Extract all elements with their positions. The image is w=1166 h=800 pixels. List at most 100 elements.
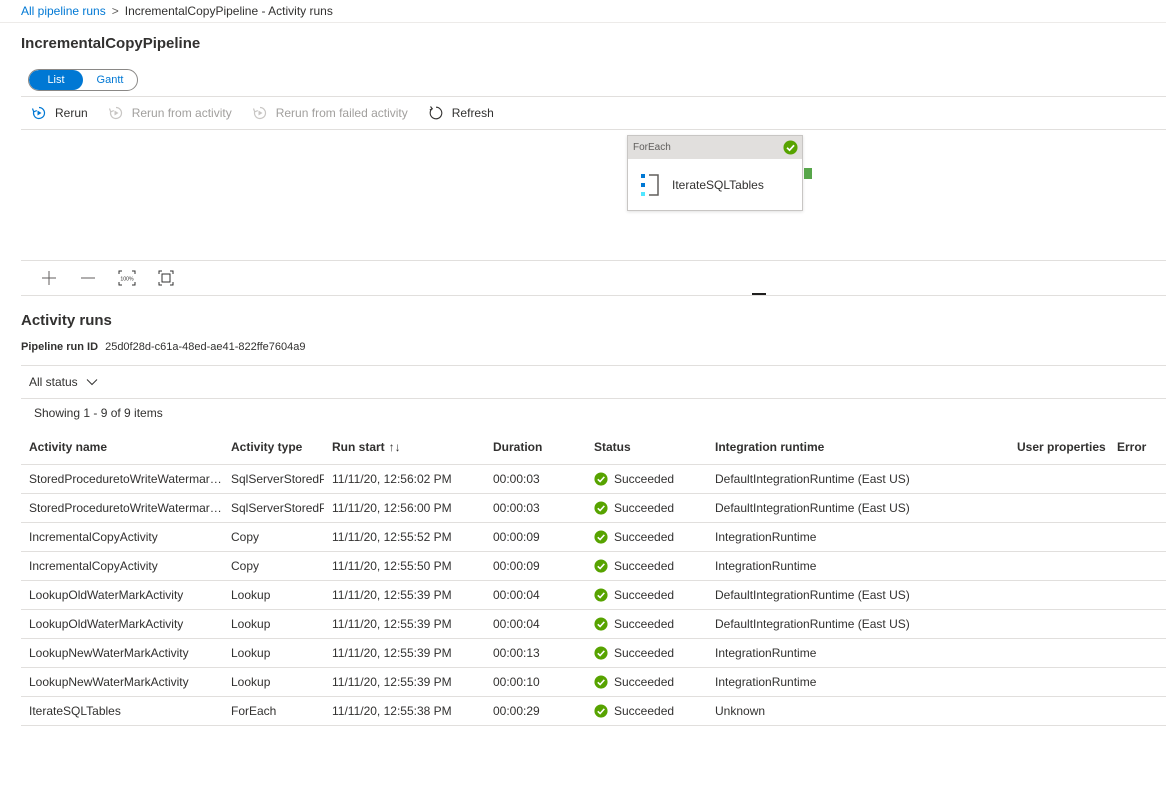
cell-error <box>1109 580 1166 610</box>
view-toggle-gantt[interactable]: Gantt <box>83 70 137 90</box>
table-row[interactable]: StoredProceduretoWriteWatermarkActivity … <box>21 464 1166 494</box>
breadcrumb-all-pipeline-runs-link[interactable]: All pipeline runs <box>21 4 106 18</box>
column-header-activity-type[interactable]: Activity type <box>223 430 324 465</box>
status-text: Succeeded <box>614 471 675 486</box>
refresh-button[interactable]: Refresh <box>428 105 494 121</box>
items-count: Showing 1 - 9 of 9 items <box>34 406 163 420</box>
rerun-from-failed-button[interactable]: Rerun from failed activity <box>252 105 408 121</box>
cell-run-start: 11/11/20, 12:55:39 PM <box>324 638 485 668</box>
toolbar: Rerun Rerun from activity Rerun from fai… <box>21 96 1166 130</box>
column-header-user-properties[interactable]: User properties <box>1009 430 1109 465</box>
rerun-icon <box>31 106 46 120</box>
cell-error <box>1109 551 1166 581</box>
node-output-port[interactable] <box>804 168 812 179</box>
cell-activity-name[interactable]: StoredProceduretoWriteWatermarkActivity <box>21 464 223 494</box>
table-row[interactable]: IncrementalCopyActivity Copy 11/11/20, 1… <box>21 522 1166 552</box>
cell-integration-runtime: DefaultIntegrationRuntime (East US) <box>707 464 1009 494</box>
column-header-integration-runtime[interactable]: Integration runtime <box>707 430 1009 465</box>
cell-run-start: 11/11/20, 12:55:52 PM <box>324 522 485 552</box>
cell-activity-type: ForEach <box>223 696 324 726</box>
cell-activity-name[interactable]: IterateSQLTables <box>21 696 223 726</box>
breadcrumb-separator: > <box>111 4 119 18</box>
activity-runs-rows: StoredProceduretoWriteWatermarkActivity … <box>21 464 1166 726</box>
plus-icon <box>42 271 56 285</box>
rerun-from-activity-icon <box>108 106 122 120</box>
cell-activity-name[interactable]: IncrementalCopyActivity <box>21 551 223 581</box>
cell-status: Succeeded <box>586 667 707 697</box>
fit-to-screen-icon <box>158 270 174 286</box>
pane-splitter-handle[interactable] <box>752 293 766 295</box>
cell-run-start: 11/11/20, 12:55:39 PM <box>324 580 485 610</box>
table-row[interactable]: LookupOldWaterMarkActivity Lookup 11/11/… <box>21 609 1166 639</box>
cell-user-properties <box>1009 638 1109 668</box>
run-start-label: Run start <box>332 439 385 454</box>
rerun-from-activity-button[interactable]: Rerun from activity <box>108 105 232 121</box>
cell-integration-runtime: DefaultIntegrationRuntime (East US) <box>707 609 1009 639</box>
cell-duration: 00:00:03 <box>485 493 586 523</box>
status-text: Succeeded <box>614 616 675 631</box>
sort-icon[interactable]: ↑↓ <box>389 440 401 454</box>
rerun-button[interactable]: Rerun <box>31 105 88 121</box>
cell-run-start: 11/11/20, 12:56:00 PM <box>324 493 485 523</box>
cell-integration-runtime: DefaultIntegrationRuntime (East US) <box>707 493 1009 523</box>
cell-user-properties <box>1009 696 1109 726</box>
success-check-icon <box>594 471 608 486</box>
cell-duration: 00:00:10 <box>485 667 586 697</box>
zoom-100-icon: 100% <box>118 270 136 286</box>
rerun-from-failed-label: Rerun from failed activity <box>275 106 408 120</box>
view-toggle: List Gantt <box>28 69 138 91</box>
table-row[interactable]: IncrementalCopyActivity Copy 11/11/20, 1… <box>21 551 1166 581</box>
node-header: ForEach <box>628 136 802 159</box>
refresh-icon <box>429 106 443 120</box>
cell-activity-type: Lookup <box>223 609 324 639</box>
cell-run-start: 11/11/20, 12:55:39 PM <box>324 609 485 639</box>
zoom-controls: 100% <box>21 260 1166 296</box>
table-row[interactable]: IterateSQLTables ForEach 11/11/20, 12:55… <box>21 696 1166 726</box>
zoom-100-text: 100% <box>120 277 134 283</box>
column-header-activity-name[interactable]: Activity name <box>21 430 223 465</box>
cell-user-properties <box>1009 609 1109 639</box>
column-header-duration[interactable]: Duration <box>485 430 586 465</box>
cell-activity-name[interactable]: LookupNewWaterMarkActivity <box>21 638 223 668</box>
table-row[interactable]: StoredProceduretoWriteWatermarkActivity … <box>21 493 1166 523</box>
status-text: Succeeded <box>614 645 675 660</box>
chevron-down-icon <box>86 379 98 386</box>
cell-status: Succeeded <box>586 638 707 668</box>
cell-duration: 00:00:13 <box>485 638 586 668</box>
fit-to-screen-button[interactable] <box>156 268 176 288</box>
success-check-icon <box>594 558 608 573</box>
cell-user-properties <box>1009 580 1109 610</box>
pipeline-run-id-label: Pipeline run ID <box>21 341 99 353</box>
node-type-label: ForEach <box>633 142 671 153</box>
table-row[interactable]: LookupNewWaterMarkActivity Lookup 11/11/… <box>21 667 1166 697</box>
status-text: Succeeded <box>614 587 675 602</box>
status-text: Succeeded <box>614 529 675 544</box>
cell-status: Succeeded <box>586 609 707 639</box>
table-row[interactable]: LookupNewWaterMarkActivity Lookup 11/11/… <box>21 638 1166 668</box>
view-toggle-list[interactable]: List <box>29 70 83 90</box>
table-row[interactable]: LookupOldWaterMarkActivity Lookup 11/11/… <box>21 580 1166 610</box>
cell-activity-type: SqlServerStoredProcedure <box>223 493 324 523</box>
cell-activity-name[interactable]: LookupOldWaterMarkActivity <box>21 580 223 610</box>
cell-activity-name[interactable]: IncrementalCopyActivity <box>21 522 223 552</box>
column-header-run-start[interactable]: Run start ↑↓ <box>324 430 485 465</box>
column-header-error[interactable]: Error <box>1109 430 1166 465</box>
cell-status: Succeeded <box>586 493 707 523</box>
cell-status: Succeeded <box>586 696 707 726</box>
foreach-activity-node[interactable]: ForEach IterateSQLTables <box>627 135 803 211</box>
zoom-100-button[interactable]: 100% <box>117 268 137 288</box>
pipeline-canvas[interactable]: ForEach IterateSQLTables <box>0 130 1166 261</box>
table-header-row: Activity name Activity type Run start ↑↓ … <box>21 430 1166 465</box>
node-name: IterateSQLTables <box>672 178 764 192</box>
zoom-out-button[interactable] <box>78 268 98 288</box>
cell-error <box>1109 638 1166 668</box>
cell-activity-type: Copy <box>223 522 324 552</box>
status-filter-dropdown[interactable]: All status <box>21 365 1166 399</box>
cell-user-properties <box>1009 493 1109 523</box>
cell-activity-name[interactable]: StoredProceduretoWriteWatermarkActivity <box>21 493 223 523</box>
cell-activity-name[interactable]: LookupNewWaterMarkActivity <box>21 667 223 697</box>
zoom-in-button[interactable] <box>39 268 59 288</box>
cell-activity-name[interactable]: LookupOldWaterMarkActivity <box>21 609 223 639</box>
pipeline-run-id-value: 25d0f28d-c61a-48ed-ae41-822ffe7604a9 <box>105 341 306 353</box>
column-header-status[interactable]: Status <box>586 430 707 465</box>
